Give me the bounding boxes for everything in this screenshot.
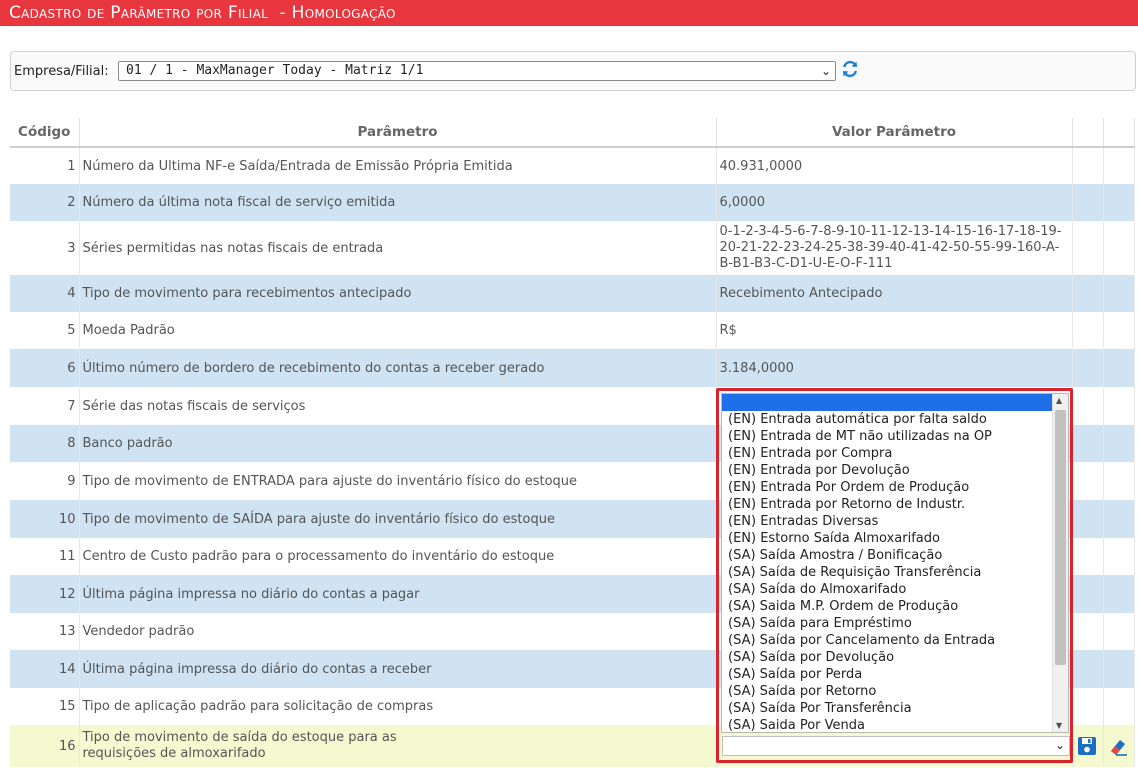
parameter-code: 16 bbox=[10, 725, 80, 767]
row-action-cell bbox=[1103, 312, 1135, 349]
row-action-cell bbox=[1103, 538, 1135, 575]
row-action-cell bbox=[1072, 184, 1104, 221]
parameter-code: 4 bbox=[10, 275, 80, 312]
parameter-name: Tipo de movimento de SAÍDA para ajuste d… bbox=[79, 500, 717, 538]
parameter-code: 15 bbox=[10, 688, 80, 725]
table-row[interactable]: 6 Último número de bordero de recebimento… bbox=[10, 349, 1135, 387]
parameter-name: Último número de bordero de recebimento … bbox=[79, 349, 717, 387]
page-title: Cadastro de Parâmetro por Filial - Homol… bbox=[0, 0, 1138, 26]
chevron-down-icon: ⌄ bbox=[820, 64, 831, 78]
row-action-cell bbox=[1103, 500, 1135, 538]
parameter-value[interactable]: 40.931,0000 bbox=[716, 147, 1073, 184]
row-action-cell bbox=[1072, 349, 1104, 387]
row-action-cell bbox=[1103, 387, 1135, 425]
parameter-name: Tipo de movimento de saída do estoque pa… bbox=[79, 725, 717, 767]
column-header-action-2 bbox=[1103, 118, 1135, 148]
row-action-cell bbox=[1072, 650, 1104, 688]
row-action-cell bbox=[1103, 425, 1135, 462]
filter-panel: Empresa/Filial: 01 / 1 - MaxManager Toda… bbox=[10, 51, 1136, 91]
parameter-name: Número da Ultima NF-e Saída/Entrada de E… bbox=[79, 147, 717, 184]
parameter-name: Tipo de movimento de ENTRADA para ajuste… bbox=[79, 462, 717, 500]
row-action-cell bbox=[1072, 725, 1104, 767]
parameter-code: 12 bbox=[10, 575, 80, 613]
parameter-code: 2 bbox=[10, 184, 80, 221]
table-row[interactable]: 1 Número da Ultima NF-e Saída/Entrada de … bbox=[10, 147, 1135, 184]
table-row[interactable]: 5 Moeda Padrão R$ bbox=[10, 312, 1135, 349]
empresa-filial-select[interactable]: 01 / 1 - MaxManager Today - Matriz 1/1 ⌄ bbox=[118, 61, 836, 81]
row-action-cell bbox=[1072, 275, 1104, 312]
parameter-code: 5 bbox=[10, 312, 80, 349]
parameter-value[interactable]: 3.184,0000 bbox=[716, 349, 1073, 387]
parameter-name: Número da última nota fiscal de serviço … bbox=[79, 184, 717, 221]
parameter-code: 13 bbox=[10, 613, 80, 650]
parameter-code: 9 bbox=[10, 462, 80, 500]
row-action-cell bbox=[1072, 387, 1104, 425]
row-action-cell bbox=[1103, 688, 1135, 725]
parameter-value[interactable]: 0-1-2-3-4-5-6-7-8-9-10-11-12-13-14-15-16… bbox=[716, 221, 1073, 275]
eraser-icon[interactable] bbox=[1107, 735, 1129, 757]
table-header-row: Código Parâmetro Valor Parâmetro bbox=[10, 118, 1135, 148]
parameter-code: 7 bbox=[10, 387, 80, 425]
parameter-name: Banco padrão bbox=[79, 425, 717, 462]
row-action-cell bbox=[1103, 575, 1135, 613]
table-row[interactable]: 4 Tipo de movimento para recebimentos ant… bbox=[10, 275, 1135, 312]
parameter-name: Tipo de movimento para recebimentos ante… bbox=[79, 275, 717, 312]
parameter-code: 3 bbox=[10, 221, 80, 275]
row-action-cell bbox=[1072, 147, 1104, 184]
column-header-codigo: Código bbox=[10, 118, 80, 148]
parameter-name: Última página impressa no diário do cont… bbox=[79, 575, 717, 613]
parameter-name: Tipo de aplicação padrão para solicitaçã… bbox=[79, 688, 717, 725]
parameter-code: 1 bbox=[10, 147, 80, 184]
row-action-cell bbox=[1103, 184, 1135, 221]
parameter-name: Última página impressa do diário do cont… bbox=[79, 650, 717, 688]
row-action-cell bbox=[1072, 575, 1104, 613]
parameter-value[interactable]: R$ bbox=[716, 312, 1073, 349]
row-action-cell bbox=[1072, 312, 1104, 349]
row-action-cell bbox=[1103, 349, 1135, 387]
parameter-code: 8 bbox=[10, 425, 80, 462]
table-row[interactable]: 3 Séries permitidas nas notas fiscais de … bbox=[10, 221, 1135, 275]
parameter-code: 10 bbox=[10, 500, 80, 538]
column-header-parametro: Parâmetro bbox=[79, 118, 717, 148]
row-action-cell bbox=[1103, 462, 1135, 500]
row-action-cell bbox=[1072, 688, 1104, 725]
parameter-name: Vendedor padrão bbox=[79, 613, 717, 650]
empresa-filial-label: Empresa/Filial: bbox=[14, 64, 109, 79]
row-action-cell bbox=[1103, 221, 1135, 275]
row-action-cell bbox=[1072, 500, 1104, 538]
parameter-name: Séries permitidas nas notas fiscais de e… bbox=[79, 221, 717, 275]
row-action-cell bbox=[1072, 221, 1104, 275]
parameter-code: 14 bbox=[10, 650, 80, 688]
row-action-cell bbox=[1103, 147, 1135, 184]
empresa-filial-value: 01 / 1 - MaxManager Today - Matriz 1/1 bbox=[126, 63, 424, 78]
row-action-cell bbox=[1072, 462, 1104, 500]
row-action-cell bbox=[1072, 538, 1104, 575]
save-icon[interactable] bbox=[1076, 735, 1098, 757]
row-action-cell bbox=[1103, 275, 1135, 312]
row-action-cell bbox=[1072, 613, 1104, 650]
refresh-icon[interactable] bbox=[840, 59, 860, 79]
row-action-cell bbox=[1103, 650, 1135, 688]
parameter-code: 6 bbox=[10, 349, 80, 387]
parameter-value[interactable]: Recebimento Antecipado bbox=[716, 275, 1073, 312]
parameter-name: Série das notas fiscais de serviços bbox=[79, 387, 717, 425]
parameter-name: Moeda Padrão bbox=[79, 312, 717, 349]
parameter-value[interactable]: 6,0000 bbox=[716, 184, 1073, 221]
column-header-action-1 bbox=[1072, 118, 1104, 148]
table-row[interactable]: 2 Número da última nota fiscal de serviço… bbox=[10, 184, 1135, 221]
row-action-cell bbox=[1103, 725, 1135, 767]
highlight-callout-frame bbox=[716, 388, 1073, 763]
parameter-name: Centro de Custo padrão para o processame… bbox=[79, 538, 717, 575]
column-header-valor: Valor Parâmetro bbox=[716, 118, 1073, 148]
row-action-cell bbox=[1072, 425, 1104, 462]
parameter-code: 11 bbox=[10, 538, 80, 575]
row-action-cell bbox=[1103, 613, 1135, 650]
